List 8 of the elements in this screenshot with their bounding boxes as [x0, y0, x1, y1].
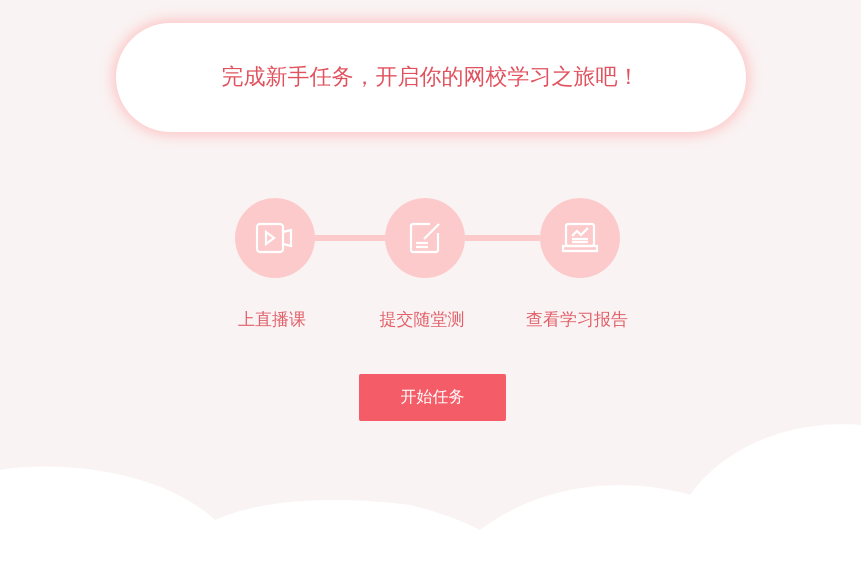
step-label: 查看学习报告 — [526, 309, 628, 332]
video-camera-icon — [254, 222, 294, 254]
start-button[interactable]: 开始任务 — [359, 374, 506, 420]
laptop-chart-icon — [560, 221, 598, 255]
edit-note-icon — [408, 221, 442, 255]
step-label: 提交随堂测 — [380, 309, 464, 332]
banner-text: 完成新手任务，开启你的网校学习之旅吧！ — [222, 64, 640, 92]
step-label: 上直播课 — [238, 309, 306, 332]
